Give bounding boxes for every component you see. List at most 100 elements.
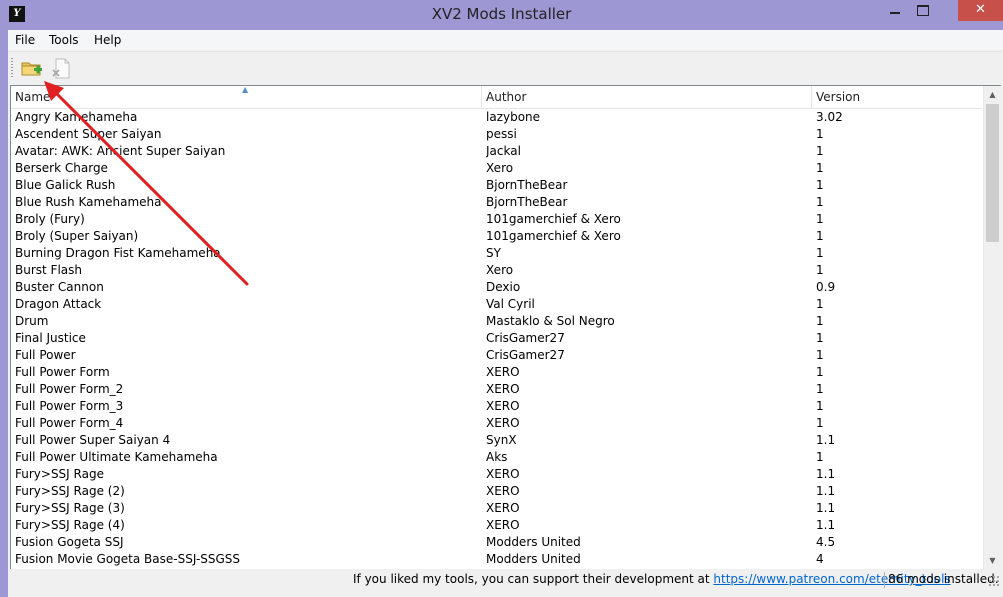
table-row[interactable]: Berserk Charge Xero 1 xyxy=(11,160,982,177)
table-row[interactable]: Full Power CrisGamer27 1 xyxy=(11,347,982,364)
mod-version-cell: 1.1 xyxy=(816,467,836,481)
table-row[interactable]: Fury>SSJ Rage (4) XERO 1.1 xyxy=(11,517,982,534)
mod-author-cell: XERO xyxy=(486,382,520,396)
mod-author-cell: Modders United xyxy=(486,552,581,566)
table-row[interactable]: Angry Kamehameha lazybone 3.02 xyxy=(11,109,982,126)
vertical-scrollbar[interactable]: ▲ ▼ xyxy=(983,86,1001,569)
close-icon: ✕ xyxy=(975,2,986,17)
mod-version-cell: 1 xyxy=(816,229,824,243)
table-row[interactable]: Burst Flash Xero 1 xyxy=(11,262,982,279)
resize-grip-icon[interactable] xyxy=(988,575,1000,587)
mod-version-cell: 1 xyxy=(816,450,824,464)
table-row[interactable]: Ascendent Super Saiyan pessi 1 xyxy=(11,126,982,143)
minimize-button[interactable] xyxy=(882,0,908,21)
window-title: XV2 Mods Installer xyxy=(431,5,572,23)
mod-author-cell: 101gamerchief & Xero xyxy=(486,229,621,243)
mod-version-cell: 3.02 xyxy=(816,110,843,124)
table-row[interactable]: Fusion Gogeta SSJ Modders United 4.5 xyxy=(11,534,982,551)
status-message: If you liked my tools, you can support t… xyxy=(353,572,951,586)
table-row[interactable]: Fury>SSJ Rage (3) XERO 1.1 xyxy=(11,500,982,517)
close-button[interactable]: ✕ xyxy=(958,0,1003,21)
menu-help[interactable]: Help xyxy=(94,33,121,47)
mod-author-cell: XERO xyxy=(486,484,520,498)
title-bar[interactable]: Y XV2 Mods Installer ✕ xyxy=(0,0,1003,30)
table-row[interactable]: Fury>SSJ Rage (2) XERO 1.1 xyxy=(11,483,982,500)
table-row[interactable]: Broly (Fury) 101gamerchief & Xero 1 xyxy=(11,211,982,228)
table-row[interactable]: Dragon Attack Val Cyril 1 xyxy=(11,296,982,313)
mod-name-cell: Buster Cannon xyxy=(15,280,104,294)
mod-name-cell: Avatar: AWK: Ancient Super Saiyan xyxy=(15,144,226,158)
mods-count: 86 mods installed. xyxy=(888,572,999,586)
mod-author-cell: Jackal xyxy=(486,144,521,158)
uninstall-mod-button[interactable] xyxy=(50,56,74,80)
mods-list[interactable]: Name ▲ Author Version Angry Kamehameha la… xyxy=(10,85,1001,570)
mod-author-cell: 101gamerchief & Xero xyxy=(486,212,621,226)
column-header-version[interactable]: Version xyxy=(812,86,982,108)
mod-version-cell: 1 xyxy=(816,348,824,362)
mod-author-cell: BjornTheBear xyxy=(486,195,568,209)
mod-author-cell: XERO xyxy=(486,399,520,413)
scrollbar-thumb[interactable] xyxy=(986,104,999,242)
mod-author-cell: CrisGamer27 xyxy=(486,331,565,345)
mod-name-cell: Full Power Form_4 xyxy=(15,416,124,430)
mod-name-cell: Full Power Form_3 xyxy=(15,399,124,413)
mod-version-cell: 1 xyxy=(816,127,824,141)
mod-author-cell: XERO xyxy=(486,416,520,430)
table-row[interactable]: Broly (Super Saiyan) 101gamerchief & Xero… xyxy=(11,228,982,245)
mod-version-cell: 1.1 xyxy=(816,484,836,498)
menu-file[interactable]: File xyxy=(15,33,35,47)
mod-name-cell: Berserk Charge xyxy=(15,161,108,175)
mod-version-cell: 1 xyxy=(816,246,824,260)
toolbar xyxy=(8,51,1003,84)
mod-author-cell: SynX xyxy=(486,433,517,447)
status-divider xyxy=(884,572,885,588)
table-row[interactable]: Fury>SSJ Rage XERO 1.1 xyxy=(11,466,982,483)
mod-author-cell: Aks xyxy=(486,450,508,464)
mod-version-cell: 1 xyxy=(816,178,824,192)
table-row[interactable]: Blue Galick Rush BjornTheBear 1 xyxy=(11,177,982,194)
menu-tools[interactable]: Tools xyxy=(49,33,79,47)
mod-name-cell: Broly (Fury) xyxy=(15,212,85,226)
mod-name-cell: Fury>SSJ Rage xyxy=(15,467,104,481)
mod-version-cell: 1 xyxy=(816,195,824,209)
table-row[interactable]: Drum Mastaklo & Sol Negro 1 xyxy=(11,313,982,330)
mod-version-cell: 1 xyxy=(816,416,824,430)
mod-version-cell: 1 xyxy=(816,365,824,379)
mod-version-cell: 0.9 xyxy=(816,280,836,294)
mod-name-cell: Angry Kamehameha xyxy=(15,110,138,124)
table-row[interactable]: Final Justice CrisGamer27 1 xyxy=(11,330,982,347)
mod-name-cell: Fusion Gogeta SSJ xyxy=(15,535,124,549)
table-row[interactable]: Fusion Movie Gogeta Base-SSJ-SSGSS Modder… xyxy=(11,551,982,568)
list-header: Name ▲ Author Version xyxy=(11,85,982,109)
mod-author-cell: SY xyxy=(486,246,501,260)
table-row[interactable]: Full Power Form XERO 1 xyxy=(11,364,982,381)
mod-name-cell: Full Power Ultimate Kamehameha xyxy=(15,450,218,464)
table-row[interactable]: Buster Cannon Dexio 0.9 xyxy=(11,279,982,296)
mod-version-cell: 4.5 xyxy=(816,535,836,549)
mod-author-cell: Val Cyril xyxy=(486,297,535,311)
mod-name-cell: Ascendent Super Saiyan xyxy=(15,127,162,141)
mod-name-cell: Drum xyxy=(15,314,49,328)
table-row[interactable]: Burning Dragon Fist Kamehameha SY 1 xyxy=(11,245,982,262)
minimize-icon xyxy=(890,12,900,14)
install-mod-button[interactable] xyxy=(20,56,44,80)
column-header-author[interactable]: Author xyxy=(482,86,812,108)
mod-author-cell: lazybone xyxy=(486,110,541,124)
mod-version-cell: 1.1 xyxy=(816,433,836,447)
mod-version-cell: 1.1 xyxy=(816,501,836,515)
menu-bar: File Tools Help xyxy=(8,30,1003,50)
maximize-button[interactable] xyxy=(910,0,936,21)
table-row[interactable]: Blue Rush Kamehameha BjornTheBear 1 xyxy=(11,194,982,211)
mod-name-cell: Full Power xyxy=(15,348,76,362)
scroll-down-icon[interactable]: ▼ xyxy=(984,552,1001,569)
mod-version-cell: 1 xyxy=(816,399,824,413)
toolbar-grip[interactable] xyxy=(11,58,13,78)
table-row[interactable]: Full Power Ultimate Kamehameha Aks 1 xyxy=(11,449,982,466)
table-row[interactable]: Full Power Form_3 XERO 1 xyxy=(11,398,982,415)
table-row[interactable]: Avatar: AWK: Ancient Super Saiyan Jackal 1 xyxy=(11,143,982,160)
mod-version-cell: 1 xyxy=(816,212,824,226)
scroll-up-icon[interactable]: ▲ xyxy=(984,86,1001,103)
table-row[interactable]: Full Power Super Saiyan 4 SynX 1.1 xyxy=(11,432,982,449)
table-row[interactable]: Full Power Form_4 XERO 1 xyxy=(11,415,982,432)
table-row[interactable]: Full Power Form_2 XERO 1 xyxy=(11,381,982,398)
